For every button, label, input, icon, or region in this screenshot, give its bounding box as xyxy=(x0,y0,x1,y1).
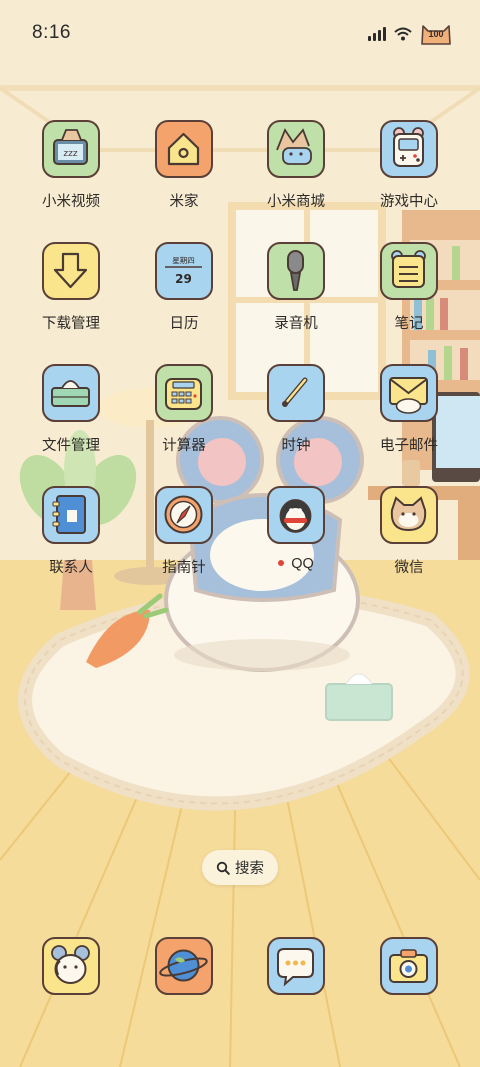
browser-planet-icon xyxy=(155,937,213,995)
wechat-cat-icon xyxy=(380,486,438,544)
app-mi-home[interactable]: 米家 xyxy=(128,120,240,236)
calendar-weekday: 星期四 xyxy=(172,256,195,265)
app-label: 时钟 xyxy=(281,438,311,454)
status-time: 8:16 xyxy=(32,22,71,43)
app-mi-store[interactable]: 小米商城 xyxy=(240,120,352,236)
app-file-manager[interactable]: 文件管理 xyxy=(15,364,127,480)
app-compass[interactable]: 指南针 xyxy=(128,486,240,602)
app-game-center[interactable]: 游戏中心 xyxy=(353,120,465,236)
game-console-icon xyxy=(380,120,438,178)
calendar-icon: 星期四 29 xyxy=(155,242,213,300)
download-arrow-icon xyxy=(42,242,100,300)
app-mi-video[interactable]: zzz 小米视频 xyxy=(15,120,127,236)
app-qq[interactable]: QQ xyxy=(240,486,352,602)
app-label: QQ xyxy=(291,556,314,572)
app-label: 米家 xyxy=(169,194,199,210)
app-clock[interactable]: 时钟 xyxy=(240,364,352,480)
search-button[interactable]: 搜索 xyxy=(202,850,278,885)
app-label: 日历 xyxy=(169,316,199,332)
app-label: 录音机 xyxy=(274,316,318,332)
app-label: 笔记 xyxy=(394,316,424,332)
app-label: 指南针 xyxy=(162,560,206,576)
app-wechat[interactable]: 微信 xyxy=(353,486,465,602)
app-label: 微信 xyxy=(394,560,424,576)
tv-cat-icon: zzz xyxy=(42,120,100,178)
notification-dot xyxy=(278,560,285,567)
status-bar: 8:16 100 xyxy=(0,0,480,66)
app-label: 文件管理 xyxy=(42,438,100,454)
clock-hand-icon xyxy=(267,364,325,422)
home-icon xyxy=(155,120,213,178)
dock-messages[interactable] xyxy=(267,937,325,995)
app-label: 小米商城 xyxy=(267,194,325,210)
app-label: 计算器 xyxy=(162,438,206,454)
app-label-with-notification: QQ xyxy=(240,556,352,572)
notes-icon xyxy=(380,242,438,300)
app-label: 下载管理 xyxy=(42,316,100,332)
shop-cat-icon xyxy=(267,120,325,178)
penguin-icon xyxy=(267,486,325,544)
search-icon xyxy=(216,861,230,875)
calculator-icon xyxy=(155,364,213,422)
app-label: 联系人 xyxy=(49,560,93,576)
app-calendar[interactable]: 星期四 29 日历 xyxy=(128,242,240,358)
dock-phone[interactable] xyxy=(42,937,100,995)
camera-icon xyxy=(380,937,438,995)
app-label: 电子邮件 xyxy=(380,438,438,454)
envelope-cat-icon xyxy=(380,364,438,422)
app-downloads[interactable]: 下载管理 xyxy=(15,242,127,358)
app-label: 游戏中心 xyxy=(380,194,438,210)
app-contacts[interactable]: 联系人 xyxy=(15,486,127,602)
microphone-icon xyxy=(267,242,325,300)
app-label: 小米视频 xyxy=(42,194,100,210)
tissue-box-icon xyxy=(42,364,100,422)
svg-text:zzz: zzz xyxy=(63,149,77,159)
app-calculator[interactable]: 计算器 xyxy=(128,364,240,480)
app-recorder[interactable]: 录音机 xyxy=(240,242,352,358)
contacts-book-icon xyxy=(42,486,100,544)
compass-icon xyxy=(155,486,213,544)
battery-cat-icon: 100 xyxy=(420,22,452,46)
app-email[interactable]: 电子邮件 xyxy=(353,364,465,480)
dock-camera[interactable] xyxy=(380,937,438,995)
wifi-icon xyxy=(394,27,412,41)
battery-level: 100 xyxy=(428,29,444,39)
messages-bubble-icon xyxy=(267,937,325,995)
dock-browser[interactable] xyxy=(155,937,213,995)
search-label: 搜索 xyxy=(235,861,264,877)
signal-icon xyxy=(368,27,386,41)
phone-mouse-icon xyxy=(42,937,100,995)
calendar-day: 29 xyxy=(175,272,192,286)
app-notes[interactable]: 笔记 xyxy=(353,242,465,358)
status-icons: 100 xyxy=(368,20,452,48)
